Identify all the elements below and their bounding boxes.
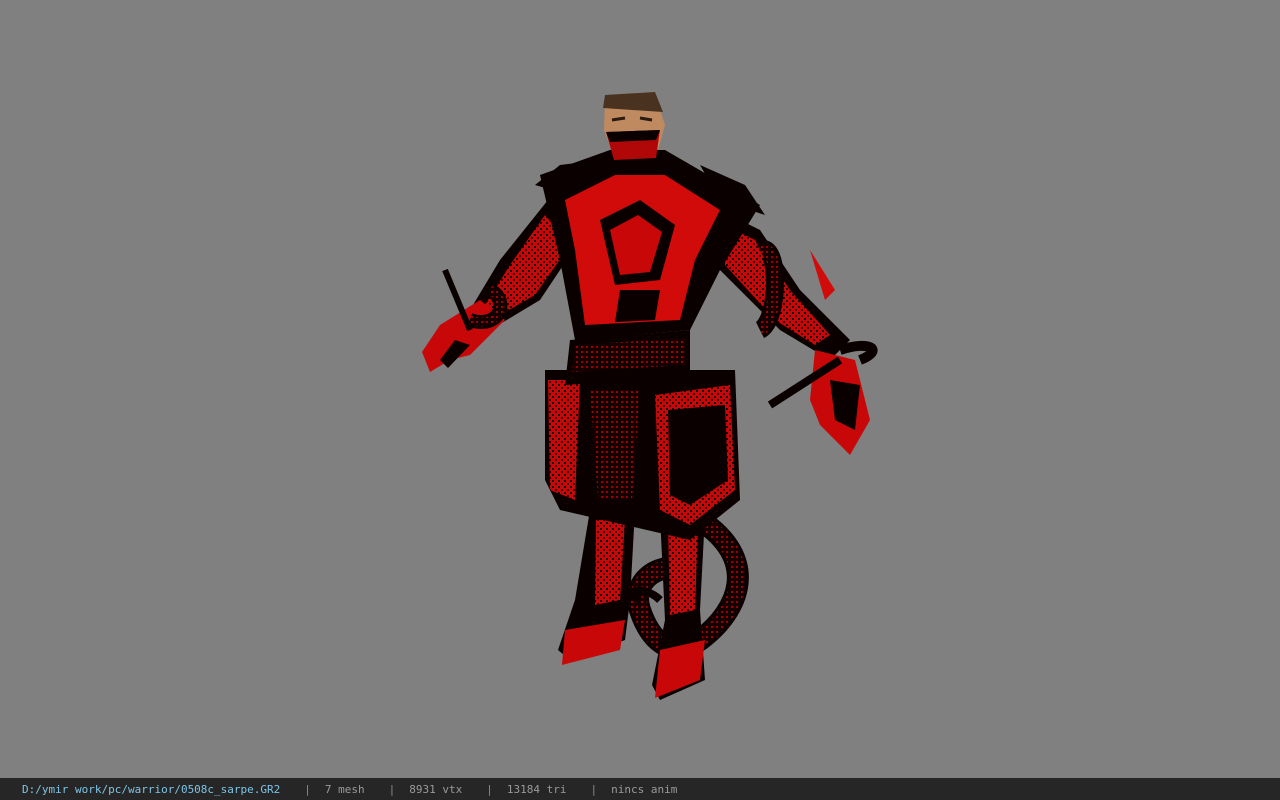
waist-armor <box>545 330 740 540</box>
character-model <box>422 92 878 700</box>
triangle-count: 13184 tri <box>506 782 567 796</box>
vertex-count: 8931 vtx <box>409 782 463 796</box>
mesh-count: 7 mesh <box>324 782 365 796</box>
separator: | <box>388 782 396 796</box>
separator: | <box>486 782 493 796</box>
3d-viewport[interactable] <box>0 0 1280 778</box>
head <box>603 92 665 170</box>
separator: | <box>304 782 311 796</box>
separator: | <box>590 782 598 796</box>
left-arm <box>720 210 878 455</box>
animation-status: nincs anim <box>611 782 678 796</box>
status-bar: D:/ymir work/pc/warrior/0508c_sarpe.GR2 … <box>0 778 1280 800</box>
file-path: D:/ymir work/pc/warrior/0508c_sarpe.GR2 <box>22 782 281 796</box>
torso <box>535 150 765 340</box>
